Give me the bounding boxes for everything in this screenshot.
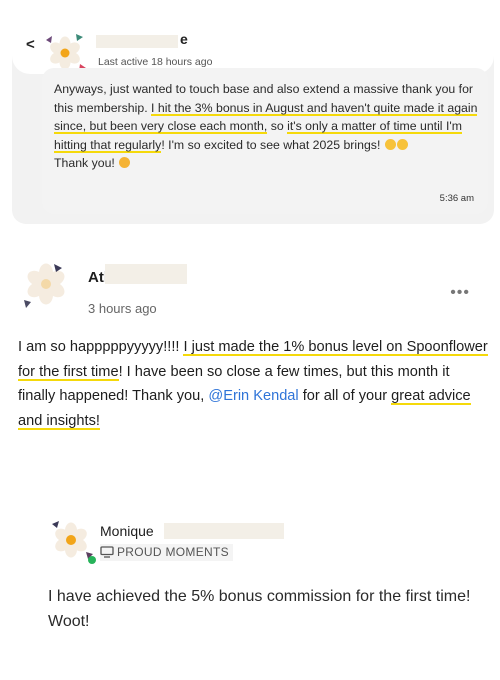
message-text: Anyways, just wanted to touch base and a… (54, 82, 478, 170)
more-horizontal-icon[interactable]: ••• (450, 284, 470, 302)
post-card: Atl 3 hours ago ••• I am so happpppyyyyy… (8, 242, 494, 442)
proud-moment-card: Monique PROUD MOMENTS I have achieved th… (34, 506, 494, 656)
author-name[interactable]: Monique (100, 523, 154, 539)
redacted-name (105, 264, 187, 284)
message-time: 5:36 am (439, 193, 474, 204)
smiley-emoji-icon (396, 138, 408, 150)
post-text: I am so happpppyyyyy!!!! I just made the… (18, 339, 488, 429)
user-mention-link[interactable]: @Erin Kendal (208, 388, 298, 404)
smiley-emoji-icon (384, 138, 396, 150)
contact-name: e (180, 31, 188, 47)
avatar[interactable] (46, 516, 96, 566)
redacted-name (164, 523, 284, 539)
chevron-left-icon[interactable]: < (26, 36, 35, 53)
avatar[interactable] (18, 258, 74, 314)
conversation-header: < e Last active 18 hours ago (12, 0, 494, 74)
monitor-icon (100, 546, 114, 558)
last-active-status: Last active 18 hours ago (98, 56, 213, 68)
post-time: 3 hours ago (88, 301, 157, 316)
category-tag[interactable]: PROUD MOMENTS (100, 544, 233, 561)
post-text: I have achieved the 5% bonus commission … (48, 588, 471, 630)
hugging-emoji-icon (119, 157, 131, 168)
redacted-name (96, 35, 178, 48)
message-card: < e Last active 18 hours ago Anyways, ju… (12, 0, 494, 224)
message-bubble: Anyways, just wanted to touch base and a… (42, 68, 488, 214)
